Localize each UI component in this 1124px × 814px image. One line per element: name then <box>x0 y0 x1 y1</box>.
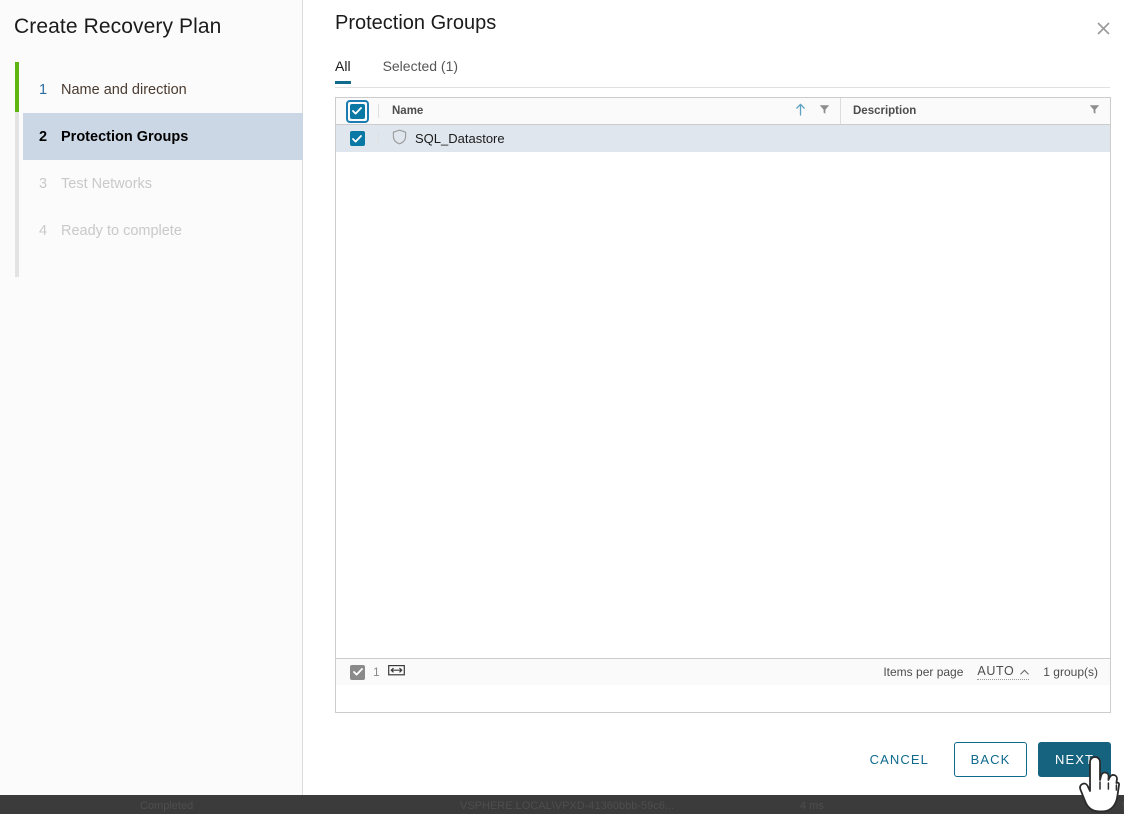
grid-header-name[interactable]: Name <box>379 98 840 124</box>
grid-header-description[interactable]: Description <box>840 98 1110 124</box>
tab-selected[interactable]: Selected (1) <box>383 58 458 83</box>
shield-icon <box>392 129 407 148</box>
cancel-button[interactable]: CANCEL <box>856 742 943 777</box>
total-groups-label: 1 group(s) <box>1043 665 1098 679</box>
grid-header-select-all-cell <box>336 99 378 123</box>
name-column-controls <box>795 103 840 119</box>
wizard-step-ready-to-complete: 4 Ready to complete <box>23 207 303 254</box>
items-per-page-select[interactable]: AUTO <box>977 664 1030 680</box>
dialog-actions: CANCEL BACK NEXT <box>856 742 1111 777</box>
sort-ascending-icon[interactable] <box>795 103 806 119</box>
tab-label: Selected (1) <box>382 58 459 74</box>
table-row[interactable]: SQL_Datastore <box>336 125 1110 152</box>
grid-body: SQL_Datastore 1 Items per page AUTO 1 gr… <box>336 125 1110 685</box>
filter-icon[interactable] <box>819 104 830 118</box>
grid-footer-right: Items per page AUTO 1 group(s) <box>883 664 1098 680</box>
app-root: Completed VSPHERE.LOCAL\VPXD-41360bbb-59… <box>0 0 1124 814</box>
close-icon[interactable] <box>1089 14 1117 42</box>
column-header-label: Description <box>853 105 917 117</box>
next-button[interactable]: NEXT <box>1038 742 1111 777</box>
resize-columns-icon[interactable] <box>387 664 405 680</box>
taskbar-target: VSPHERE.LOCAL\VPXD-41360bbb-59c6... <box>460 800 675 812</box>
background-taskbar: Completed VSPHERE.LOCAL\VPXD-41360bbb-59… <box>0 795 1124 814</box>
taskbar-duration: 4 ms <box>800 800 824 812</box>
tab-label: All <box>335 58 351 74</box>
step-number: 3 <box>39 175 48 192</box>
items-per-page-value: AUTO <box>977 664 1015 678</box>
wizard-step-test-networks: 3 Test Networks <box>23 160 303 207</box>
step-number: 1 <box>39 81 48 98</box>
taskbar-status: Completed <box>140 800 194 812</box>
tab-all[interactable]: All <box>335 58 351 84</box>
filter-icon[interactable] <box>1089 104 1100 118</box>
row-name-cell: SQL_Datastore <box>379 129 840 148</box>
step-label: Name and direction <box>61 81 187 98</box>
items-per-page-label: Items per page <box>883 665 964 679</box>
row-name-label: SQL_Datastore <box>415 131 505 146</box>
wizard-step-protection-groups[interactable]: 2 Protection Groups <box>23 113 303 160</box>
row-select-cell <box>336 131 378 146</box>
wizard-step-name-and-direction[interactable]: 1 Name and direction <box>23 66 303 113</box>
row-checkbox[interactable] <box>349 131 365 146</box>
wizard-panel: Create Recovery Plan 1 Name and directio… <box>0 0 303 795</box>
tab-bar: All Selected (1) <box>335 58 1110 88</box>
row-description-cell <box>840 125 1110 152</box>
back-button[interactable]: BACK <box>954 742 1027 777</box>
selected-items-checkbox[interactable] <box>350 664 365 680</box>
step-label: Test Networks <box>61 175 153 192</box>
column-header-label: Name <box>392 105 424 117</box>
wizard-steps: 1 Name and direction 2 Protection Groups… <box>23 66 303 254</box>
page-title: Create Recovery Plan <box>14 15 222 38</box>
caret-up-icon <box>1020 664 1030 678</box>
select-all-checkbox[interactable] <box>345 99 369 123</box>
step-number: 4 <box>39 222 48 239</box>
wizard-progress-bar <box>15 62 19 112</box>
content-title: Protection Groups <box>335 12 497 34</box>
grid-header-row: Name Description <box>336 98 1110 125</box>
grid-footer-left: 1 <box>336 664 405 680</box>
protection-groups-grid: Name Description SQL_Datastore 1 Items p… <box>335 97 1111 713</box>
step-label: Ready to complete <box>61 222 182 239</box>
grid-footer: 1 Items per page AUTO 1 group(s) <box>336 658 1110 685</box>
step-label: Protection Groups <box>61 128 189 145</box>
selected-count-label: 1 <box>373 665 380 679</box>
step-number: 2 <box>39 128 48 145</box>
description-column-controls <box>1089 104 1110 118</box>
